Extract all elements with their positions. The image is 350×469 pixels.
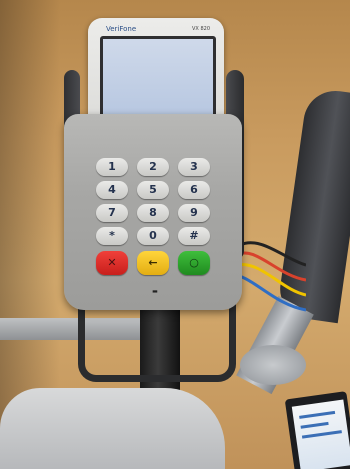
enter-key[interactable]: ○ — [178, 251, 210, 275]
monitor-screen — [291, 399, 350, 469]
key-4[interactable]: 4 — [96, 181, 128, 199]
monitor-line — [301, 430, 342, 439]
stand-base — [240, 345, 306, 385]
grey-bench — [0, 388, 225, 469]
clear-key[interactable]: ← — [137, 251, 169, 275]
key-3[interactable]: 3 — [178, 158, 210, 176]
model-label: VX 820 — [192, 26, 210, 32]
background-monitor — [284, 391, 350, 469]
key-hash[interactable]: # — [178, 227, 210, 245]
key-star[interactable]: * — [96, 227, 128, 245]
key-7[interactable]: 7 — [96, 204, 128, 222]
key-2[interactable]: 2 — [137, 158, 169, 176]
monitor-line — [300, 421, 329, 429]
key-6[interactable]: 6 — [178, 181, 210, 199]
key-9[interactable]: 9 — [178, 204, 210, 222]
key-5[interactable]: 5 — [137, 181, 169, 199]
pin-keypad: 1 2 3 4 5 6 7 8 9 * 0 # ✕ ← ○ — [94, 156, 212, 278]
cancel-key[interactable]: ✕ — [96, 251, 128, 275]
brand-logo: VeriFone — [106, 25, 137, 33]
shield-emblem: ▬ — [152, 288, 158, 295]
photo-scene: VeriFone VX 820 1 2 3 4 5 6 7 8 9 * 0 # … — [0, 0, 350, 469]
key-1[interactable]: 1 — [96, 158, 128, 176]
cable-bundle — [236, 241, 306, 312]
monitor-line — [299, 410, 336, 419]
key-0[interactable]: 0 — [137, 227, 169, 245]
key-8[interactable]: 8 — [137, 204, 169, 222]
